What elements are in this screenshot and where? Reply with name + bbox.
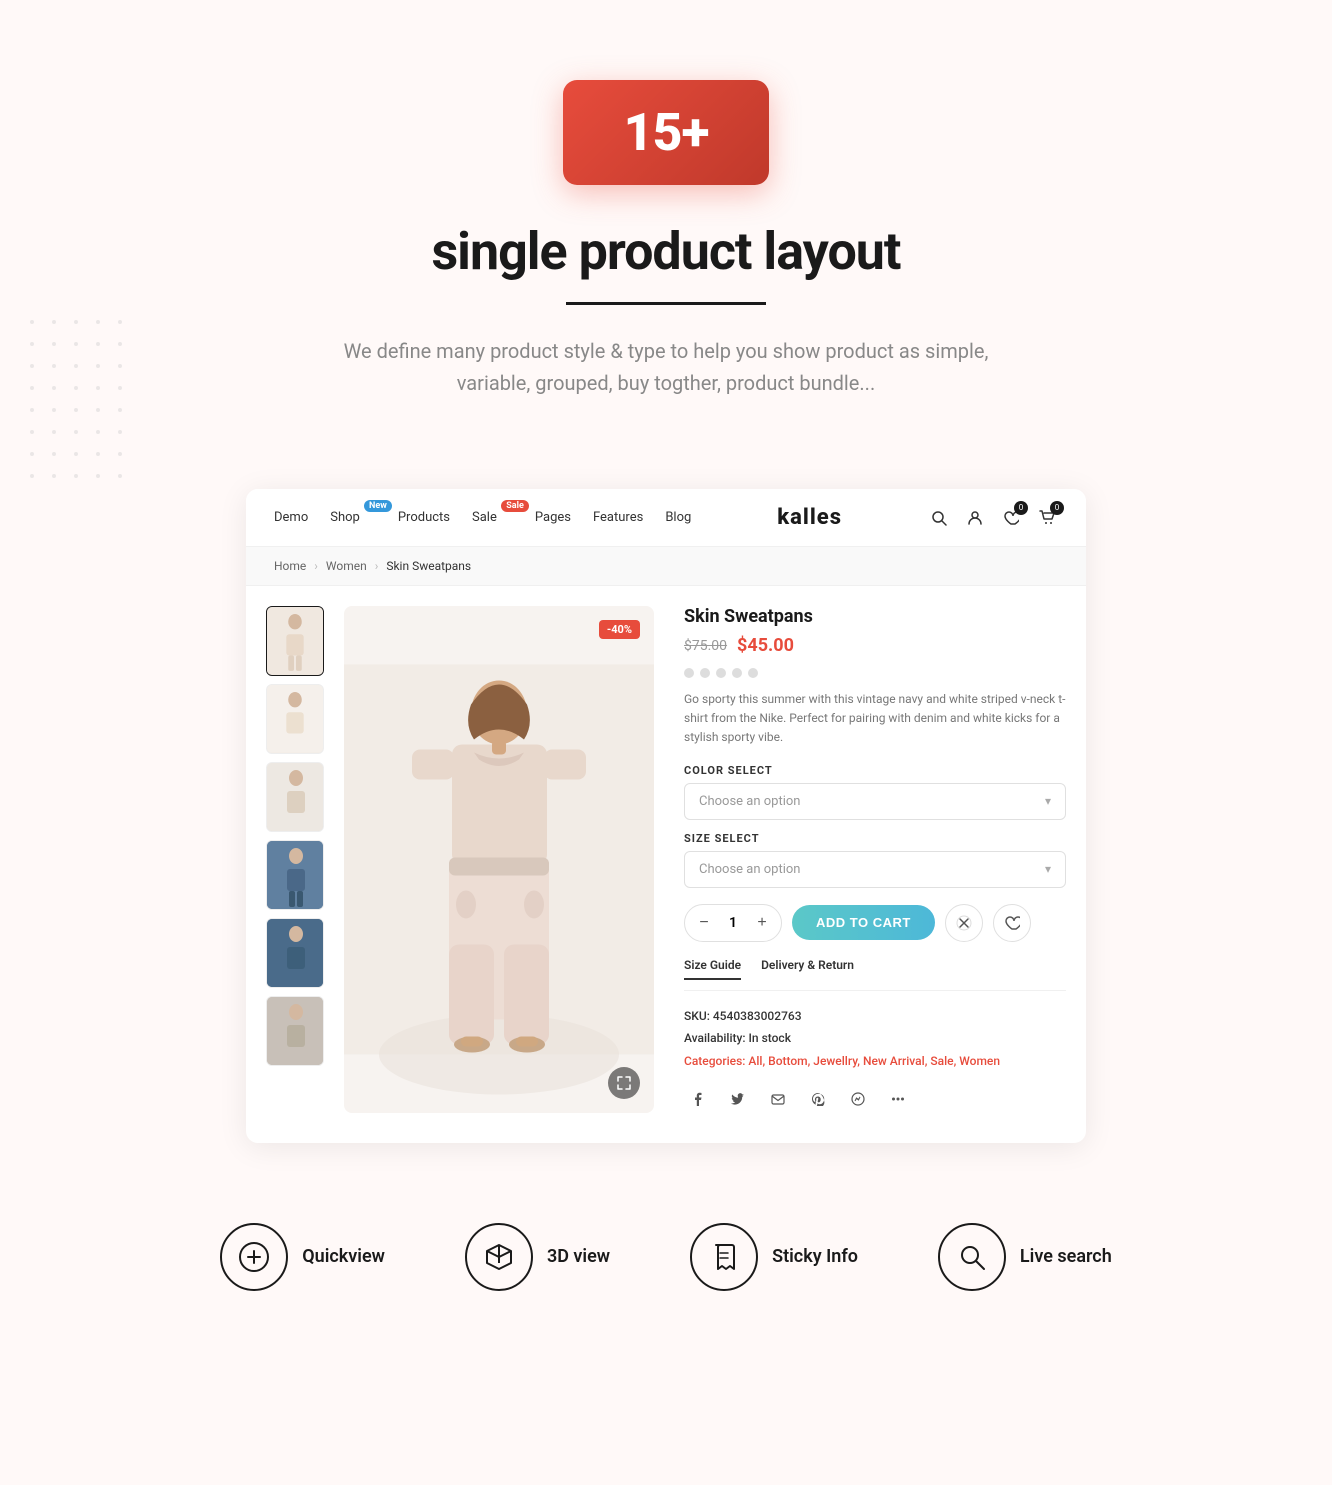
thumbnail-4[interactable] [266, 840, 324, 910]
qty-value: 1 [719, 915, 747, 931]
feature-live-search[interactable]: Live search [938, 1223, 1112, 1291]
thumbnail-2[interactable] [266, 684, 324, 754]
discount-badge: -40% [599, 620, 640, 639]
star-rating [684, 668, 1066, 678]
facebook-share-icon[interactable] [684, 1085, 712, 1113]
hero-title: single product layout [20, 221, 1312, 282]
search-icon[interactable] [928, 507, 950, 529]
dot-grid-decoration [30, 320, 132, 488]
email-share-icon[interactable] [764, 1085, 792, 1113]
breadcrumb-home[interactable]: Home [274, 559, 306, 573]
quantity-control: − 1 + [684, 904, 782, 942]
sticky-info-label: Sticky Info [772, 1246, 858, 1267]
product-card: Demo Shop New Products Sale Sale Pages F… [246, 489, 1086, 1143]
feature-quickview[interactable]: Quickview [220, 1223, 385, 1291]
product-meta: SKU: 4540383002763 Availability: In stoc… [684, 1005, 1066, 1073]
product-layout: -40% [246, 586, 1086, 1143]
categories-value: All, Bottom, Jewellry, New Arrival, Sale… [748, 1054, 1000, 1068]
size-chevron-icon: ▾ [1045, 862, 1051, 876]
color-select-label: COLOR SELECT [684, 764, 1066, 777]
product-info: Skin Sweatpans $75.00 $45.00 Go sporty t… [674, 606, 1066, 1113]
meta-sku: SKU: 4540383002763 [684, 1005, 1066, 1028]
cart-count: 0 [1050, 501, 1064, 515]
qty-increase-button[interactable]: + [747, 905, 777, 941]
pinterest-share-icon[interactable] [804, 1085, 832, 1113]
shop-new-badge: New [364, 500, 392, 512]
sku-value: 4540383002763 [713, 1009, 802, 1023]
color-select-box[interactable]: Choose an option ▾ [684, 783, 1066, 820]
thumbnail-5[interactable] [266, 918, 324, 988]
product-tabs: Size Guide Delivery & Return [684, 958, 1066, 991]
hero-description: We define many product style & type to h… [316, 335, 1016, 399]
size-select-section: SIZE SELECT Choose an option ▾ [684, 832, 1066, 888]
main-product-image: -40% [344, 606, 654, 1113]
nav-links: Demo Shop New Products Sale Sale Pages F… [274, 510, 691, 525]
quickview-icon-circle [220, 1223, 288, 1291]
account-icon[interactable] [964, 507, 986, 529]
navbar: Demo Shop New Products Sale Sale Pages F… [246, 489, 1086, 547]
availability-value: In stock [749, 1031, 791, 1045]
brand-logo: kalles [691, 505, 928, 530]
3d-view-icon-circle [465, 1223, 533, 1291]
nav-icons: 0 0 [928, 507, 1058, 529]
product-name: Skin Sweatpans [684, 606, 1066, 627]
hero-section: 15+ single product layout We define many… [0, 0, 1332, 439]
wishlist-add-button[interactable] [993, 904, 1031, 942]
nav-features[interactable]: Features [593, 510, 643, 525]
sale-price: $45.00 [737, 635, 794, 656]
nav-demo[interactable]: Demo [274, 510, 308, 525]
size-placeholder: Choose an option [699, 862, 800, 877]
thumbnail-3[interactable] [266, 762, 324, 832]
color-placeholder: Choose an option [699, 794, 800, 809]
thumbnail-6[interactable] [266, 996, 324, 1066]
product-description: Go sporty this summer with this vintage … [684, 690, 1066, 748]
social-share-row [684, 1085, 1066, 1113]
title-underline [566, 302, 766, 305]
color-chevron-icon: ▾ [1045, 794, 1051, 808]
3d-view-label: 3D view [547, 1246, 610, 1267]
wishlist-icon[interactable]: 0 [1000, 507, 1022, 529]
availability-label: Availability: [684, 1031, 746, 1045]
feature-sticky-info[interactable]: Sticky Info [690, 1223, 858, 1291]
nav-sale[interactable]: Sale Sale [472, 510, 513, 525]
tab-size-guide[interactable]: Size Guide [684, 958, 741, 980]
count-badge: 15+ [563, 80, 768, 185]
feature-bar: Quickview 3D view Sticky Info Li [0, 1163, 1332, 1351]
live-search-label: Live search [1020, 1246, 1112, 1267]
breadcrumb-product: Skin Sweatpans [386, 559, 471, 573]
nav-blog[interactable]: Blog [665, 510, 691, 525]
breadcrumb: Home › Women › Skin Sweatpans [246, 547, 1086, 586]
size-select-label: SIZE SELECT [684, 832, 1066, 845]
breadcrumb-category[interactable]: Women [326, 559, 367, 573]
compare-button[interactable] [945, 904, 983, 942]
qty-decrease-button[interactable]: − [689, 905, 719, 941]
nav-pages[interactable]: Pages [535, 510, 571, 525]
size-select-box[interactable]: Choose an option ▾ [684, 851, 1066, 888]
wishlist-count: 0 [1014, 501, 1028, 515]
categories-label: Categories: [684, 1054, 745, 1068]
messenger-share-icon[interactable] [844, 1085, 872, 1113]
color-select-section: COLOR SELECT Choose an option ▾ [684, 764, 1066, 820]
thumbnail-1[interactable] [266, 606, 324, 676]
meta-categories: Categories: All, Bottom, Jewellry, New A… [684, 1050, 1066, 1073]
tab-delivery[interactable]: Delivery & Return [761, 958, 854, 980]
add-to-cart-button[interactable]: ADD TO CART [792, 905, 935, 940]
nav-shop[interactable]: Shop New [330, 510, 376, 525]
sticky-info-icon-circle [690, 1223, 758, 1291]
feature-3d-view[interactable]: 3D view [465, 1223, 610, 1291]
price-row: $75.00 $45.00 [684, 635, 1066, 656]
twitter-share-icon[interactable] [724, 1085, 752, 1113]
original-price: $75.00 [684, 638, 727, 654]
meta-availability: Availability: In stock [684, 1027, 1066, 1050]
action-row: − 1 + ADD TO CART [684, 904, 1066, 942]
sale-badge: Sale [501, 500, 529, 512]
expand-image-button[interactable] [608, 1067, 640, 1099]
thumbnail-column [266, 606, 324, 1113]
nav-products[interactable]: Products [398, 510, 450, 525]
live-search-icon-circle [938, 1223, 1006, 1291]
more-share-icon[interactable] [884, 1085, 912, 1113]
quickview-label: Quickview [302, 1246, 385, 1267]
cart-icon[interactable]: 0 [1036, 507, 1058, 529]
sku-label: SKU: [684, 1009, 710, 1023]
